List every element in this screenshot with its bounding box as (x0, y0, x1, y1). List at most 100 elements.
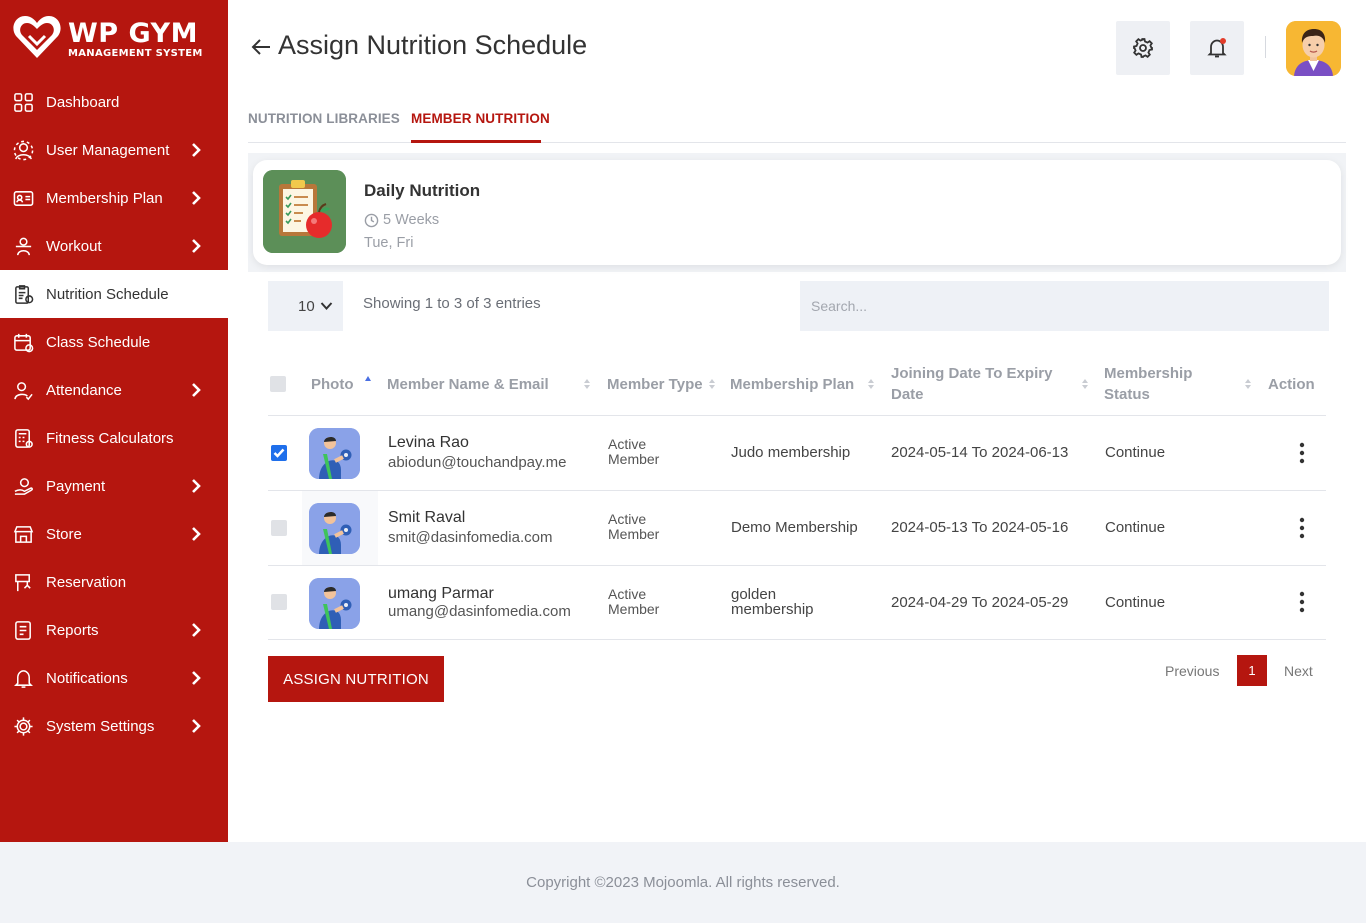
sidebar-item-attendance[interactable]: Attendance (0, 366, 228, 414)
gear-icon (1132, 37, 1154, 59)
membership-dates: 2024-05-14 To 2024-06-13 (891, 444, 1069, 461)
th-member-name-email[interactable]: Member Name & Email (387, 374, 549, 395)
row-actions-kebab-icon[interactable] (1294, 591, 1310, 613)
sidebar-item-user-management[interactable]: User Management (0, 126, 228, 174)
page-size-select[interactable]: 10 (268, 281, 343, 331)
member-name: Smit Raval (388, 509, 466, 526)
th-joining-expiry-line1[interactable]: Joining Date To Expiry (891, 363, 1052, 384)
membership-dates: 2024-04-29 To 2024-05-29 (891, 594, 1069, 611)
member-email: abiodun@touchandpay.me (388, 454, 567, 471)
settings-button[interactable] (1116, 21, 1170, 75)
membership-status: Continue (1105, 444, 1166, 461)
th-member-type[interactable]: Member Type (607, 374, 703, 395)
row-checkbox[interactable] (271, 445, 287, 461)
sort-icon[interactable] (1244, 377, 1252, 391)
sidebar-item-workout[interactable]: Workout (0, 222, 228, 270)
sort-icon[interactable] (583, 377, 591, 391)
nutrition-clipboard-apple-icon (263, 170, 346, 253)
row-checkbox[interactable] (271, 520, 287, 536)
nutrition-title: Daily Nutrition (364, 181, 481, 200)
th-action: Action (1268, 376, 1315, 393)
nutrition-days: Tue, Fri (364, 235, 414, 251)
table-row: Levina Rao abiodun@touchandpay.me Active… (268, 416, 1326, 491)
pagination-current-page[interactable]: 1 (1237, 655, 1267, 686)
sidebar-item-reports[interactable]: Reports (0, 606, 228, 654)
notification-dot (1220, 38, 1226, 44)
row-actions-kebab-icon[interactable] (1294, 442, 1310, 464)
th-membership-status-line1[interactable]: Membership (1104, 363, 1192, 384)
select-all-checkbox[interactable] (270, 376, 286, 392)
sort-icon[interactable] (708, 377, 716, 391)
photo-cell (302, 566, 378, 640)
sidebar-item-label: Attendance (46, 381, 122, 399)
sort-asc-icon[interactable] (364, 375, 372, 389)
chevron-right-icon (190, 718, 202, 734)
pagination-next[interactable]: Next (1284, 663, 1313, 679)
header-divider (1265, 36, 1266, 58)
sidebar-item-membership-plan[interactable]: Membership Plan (0, 174, 228, 222)
membership-plan: Judo membership (731, 445, 881, 460)
membership-plan: golden membership (731, 587, 881, 617)
th-membership-plan[interactable]: Membership Plan (730, 374, 854, 395)
membership-dates: 2024-05-13 To 2024-05-16 (891, 519, 1069, 536)
member-email: umang@dasinfomedia.com (388, 603, 571, 620)
footer: Copyright ©2023 Mojoomla. All rights res… (0, 842, 1366, 923)
sidebar-item-dashboard[interactable]: Dashboard (0, 78, 228, 126)
calculator-icon (12, 427, 34, 449)
notifications-button[interactable] (1190, 21, 1244, 75)
calendar-icon (12, 331, 34, 353)
membership-status: Continue (1105, 519, 1166, 536)
sidebar-item-reservation[interactable]: Reservation (0, 558, 228, 606)
th-joining-expiry-line2[interactable]: Date (891, 384, 924, 405)
chevron-right-icon (190, 622, 202, 638)
sidebar-item-label: System Settings (46, 717, 155, 735)
grid-icon (12, 91, 34, 113)
th-membership-status-line2[interactable]: Status (1104, 384, 1150, 405)
nutrition-card: Daily Nutrition 5 Weeks Tue, Fri (253, 160, 1341, 265)
sidebar-item-store[interactable]: Store (0, 510, 228, 558)
back-arrow-icon[interactable] (250, 36, 272, 58)
sidebar-item-fitness-calculators[interactable]: Fitness Calculators (0, 414, 228, 462)
member-avatar (309, 578, 360, 629)
member-type: Active Member (608, 512, 698, 542)
photo-cell (302, 491, 378, 565)
app-root: WP GYM MANAGEMENT SYSTEM Dashboard User … (0, 0, 1366, 923)
dumbbell-person-icon (12, 235, 34, 257)
sort-icon[interactable] (1081, 377, 1089, 391)
sidebar-item-label: Dashboard (46, 93, 120, 111)
duration-text: 5 Weeks (383, 212, 440, 228)
nutrition-duration: 5 Weeks (364, 212, 439, 228)
sidebar-item-system-settings[interactable]: System Settings (0, 702, 228, 750)
member-name: umang Parmar (388, 585, 494, 602)
user-check-icon (12, 379, 34, 401)
row-checkbox[interactable] (271, 594, 287, 610)
id-card-icon (12, 187, 34, 209)
search-input[interactable] (800, 281, 1329, 331)
sort-icon[interactable] (867, 377, 875, 391)
th-photo[interactable]: Photo (311, 374, 354, 395)
tab-bar: NUTRITION LIBRARIES MEMBER NUTRITION (248, 103, 1346, 143)
sidebar-item-label: Notifications (46, 669, 128, 687)
heart-logo-icon (12, 14, 62, 65)
tab-nutrition-libraries[interactable]: NUTRITION LIBRARIES (248, 111, 400, 126)
sidebar: WP GYM MANAGEMENT SYSTEM Dashboard User … (0, 0, 228, 842)
tab-member-nutrition[interactable]: MEMBER NUTRITION (411, 111, 550, 126)
gear-icon (12, 715, 34, 737)
chevron-right-icon (190, 142, 202, 158)
user-avatar[interactable] (1286, 21, 1341, 76)
membership-status: Continue (1105, 594, 1166, 611)
sidebar-item-label: Class Schedule (46, 333, 151, 351)
member-email: smit@dasinfomedia.com (388, 529, 553, 546)
assign-nutrition-button[interactable]: ASSIGN NUTRITION (268, 656, 444, 702)
plan-line: Demo Membership (731, 519, 858, 536)
plan-line: membership (731, 601, 814, 618)
sidebar-item-notifications[interactable]: Notifications (0, 654, 228, 702)
sidebar-item-payment[interactable]: Payment (0, 462, 228, 510)
row-actions-kebab-icon[interactable] (1294, 517, 1310, 539)
sidebar-item-nutrition-schedule[interactable]: Nutrition Schedule (0, 270, 228, 318)
plan-line: Judo membership (731, 444, 851, 461)
pagination-previous[interactable]: Previous (1165, 663, 1219, 679)
sidebar-item-class-schedule[interactable]: Class Schedule (0, 318, 228, 366)
plan-line: golden (731, 586, 777, 603)
brand-logo[interactable]: WP GYM MANAGEMENT SYSTEM (12, 14, 203, 65)
